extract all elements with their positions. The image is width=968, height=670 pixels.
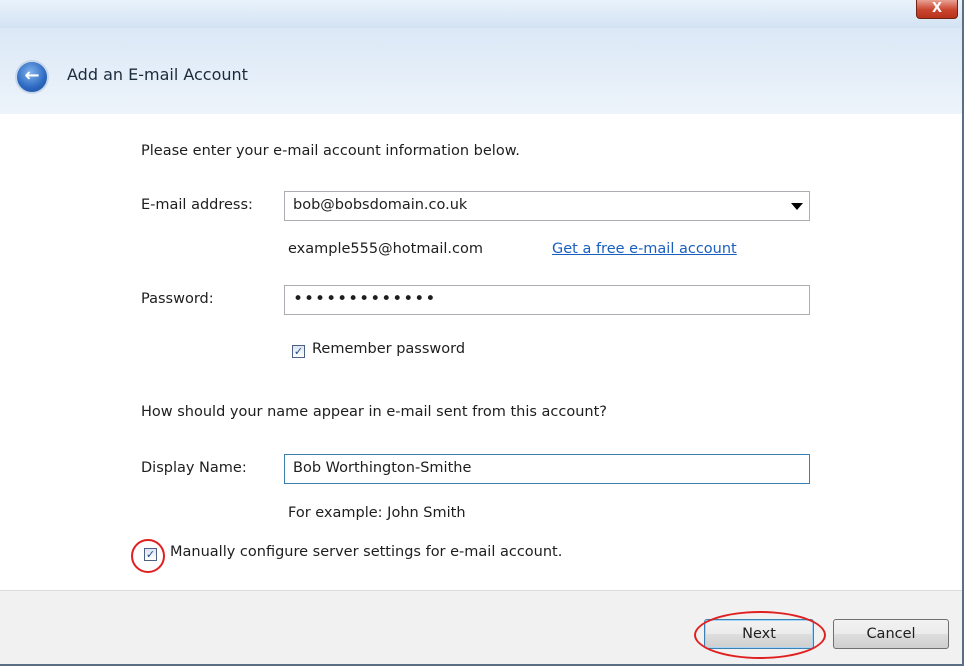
close-button[interactable]: X [916,0,958,19]
email-value: bob@bobsdomain.co.uk [293,197,468,213]
display-name-label: Display Name: [141,460,247,476]
password-label: Password: [141,291,214,307]
manual-config-label[interactable]: Manually configure server settings for e… [170,544,562,560]
display-name-example: For example: John Smith [288,505,466,521]
email-address-combobox[interactable]: bob@bobsdomain.co.uk [284,191,810,221]
instructions-text: Please enter your e-mail account informa… [141,143,520,159]
dropdown-arrow-icon[interactable] [791,203,803,210]
wizard-header: ← Add an E-mail Account [0,28,962,114]
display-name-field[interactable]: Bob Worthington-Smithe [284,454,810,484]
email-example-text: example555@hotmail.com [288,241,483,257]
email-label: E-mail address: [141,197,253,213]
password-field[interactable]: ••••••••••••• [284,285,810,315]
back-arrow-icon[interactable]: ← [15,60,49,94]
get-free-email-link[interactable]: Get a free e-mail account [552,241,737,257]
highlight-circle-checkbox [131,539,165,573]
remember-password-label[interactable]: Remember password [312,341,465,357]
add-email-account-window: X ← Add an E-mail Account Please enter y… [0,0,964,666]
wizard-footer: Next Cancel [0,590,962,664]
remember-password-checkbox[interactable]: ✓ [292,345,305,358]
cancel-button[interactable]: Cancel [833,619,949,649]
title-bar: X [0,0,962,28]
page-title: Add an E-mail Account [67,65,248,84]
display-name-question: How should your name appear in e-mail se… [141,404,608,420]
account-form: Please enter your e-mail account informa… [0,114,962,590]
highlight-circle-next [694,611,826,659]
